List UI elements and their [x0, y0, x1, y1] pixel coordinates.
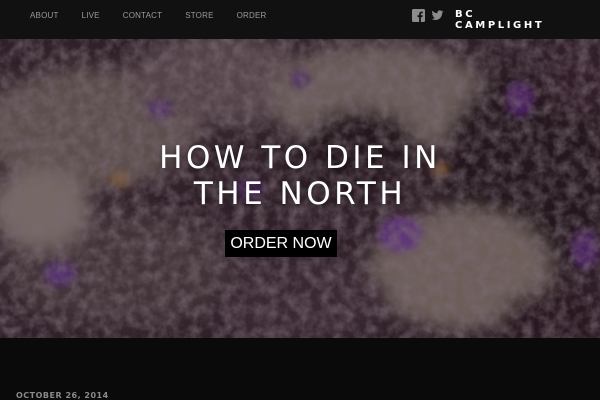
page: ABOUT LIVE CONTACT STORE ORDER BC CAMPLI…	[0, 0, 600, 400]
facebook-icon[interactable]	[412, 9, 425, 22]
post-date: OCTOBER 26, 2014	[16, 391, 109, 400]
logo-line-2: CAMPLIGHT	[455, 20, 545, 31]
twitter-icon[interactable]	[431, 9, 444, 22]
order-now-button[interactable]: ORDER NOW	[225, 230, 337, 257]
nav-link-live[interactable]: LIVE	[82, 11, 100, 21]
hero-banner: HOW TO DIE IN THE NORTH ORDER NOW	[0, 39, 600, 338]
nav-link-order[interactable]: ORDER	[237, 11, 267, 21]
social-links	[412, 9, 444, 22]
nav-link-store[interactable]: STORE	[185, 11, 213, 21]
hero-title-line-1: HOW TO DIE IN	[159, 140, 441, 176]
main-nav: ABOUT LIVE CONTACT STORE ORDER	[30, 11, 290, 21]
hero-title-line-2: THE NORTH	[193, 176, 407, 212]
top-navbar: ABOUT LIVE CONTACT STORE ORDER BC CAMPLI…	[0, 0, 600, 39]
nav-link-contact[interactable]: CONTACT	[123, 11, 162, 21]
nav-link-about[interactable]: ABOUT	[30, 11, 59, 21]
logo-line-1: BC	[455, 9, 476, 20]
site-logo[interactable]: BC CAMPLIGHT	[455, 9, 544, 31]
hero-title: HOW TO DIE IN THE NORTH	[0, 140, 600, 212]
